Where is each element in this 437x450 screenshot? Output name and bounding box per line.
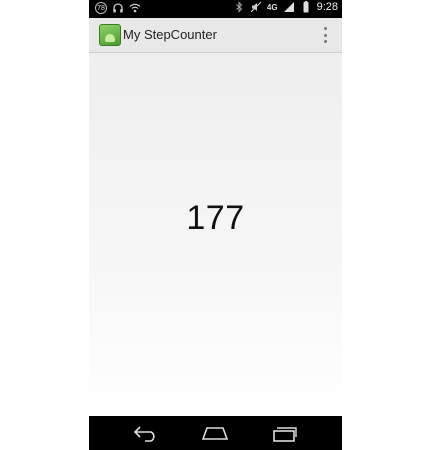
status-time: 9:28 [316,1,338,13]
recent-apps-icon[interactable] [272,424,298,442]
wifi-icon [129,3,141,13]
action-bar: My StepCounter [89,18,342,53]
network-type-label: 4G [266,2,278,12]
main-content: 177 [89,53,342,416]
bluetooth-icon [236,1,243,13]
battery-icon [303,1,309,13]
step-count-value: 177 [186,199,245,237]
step-counter-app-icon[interactable] [99,24,121,46]
home-icon[interactable] [201,424,229,442]
back-icon[interactable] [132,424,158,442]
navigation-bar [89,416,342,450]
status-bar: 78 4G 9:28 [89,0,342,18]
mute-icon [250,1,262,13]
notification-badge: 78 [95,2,107,14]
headphones-icon [113,3,123,13]
app-title: My StepCounter [123,27,217,42]
overflow-menu-icon[interactable] [322,27,328,43]
signal-icon [283,2,294,12]
phone-screen: 78 4G 9:28 My StepCounter 177 [89,0,342,450]
